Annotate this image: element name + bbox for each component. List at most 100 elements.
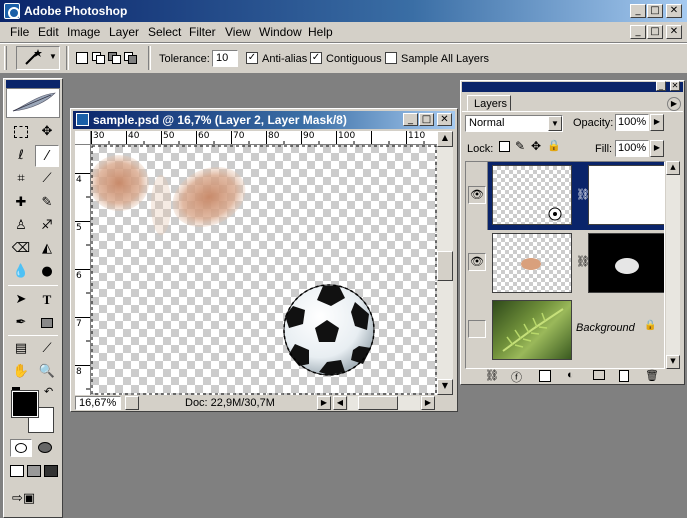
doc-close-button[interactable]: ✕	[666, 25, 682, 39]
layers-scroll-down-button[interactable]: ▼	[666, 355, 680, 369]
palette-minimize-button[interactable]: _	[656, 81, 666, 91]
jump-to-imageready-icon[interactable]: ⇨▣	[12, 491, 52, 509]
notes-tool-icon[interactable]: ▤	[9, 338, 33, 360]
horizontal-scroll-track[interactable]	[348, 396, 420, 410]
eye-icon[interactable]: 👁	[468, 186, 486, 204]
tool-preset-picker[interactable]: ▼	[16, 46, 60, 70]
paint-bucket-icon[interactable]: ◭	[35, 238, 59, 260]
hand-tool-icon[interactable]: ✋	[9, 361, 33, 383]
menu-window[interactable]: Window	[259, 25, 302, 39]
history-brush-icon[interactable]: ♐	[35, 215, 59, 237]
menu-layer[interactable]: Layer	[109, 25, 139, 39]
foreground-color-swatch[interactable]	[11, 390, 39, 418]
scroll-up-button[interactable]: ▲	[437, 131, 453, 147]
eyedropper-tool-icon[interactable]: ⟋	[35, 338, 59, 360]
lock-position-icon[interactable]: ✥	[531, 139, 541, 153]
healing-brush-icon[interactable]: ✚	[9, 192, 33, 214]
vertical-scroll-thumb[interactable]	[437, 251, 453, 281]
move-tool-icon[interactable]: ✥	[35, 121, 59, 143]
layer-thumbnail[interactable]	[492, 165, 572, 225]
blur-tool-icon[interactable]: 💧	[9, 261, 33, 283]
layers-scroll-up-button[interactable]: ▲	[666, 161, 680, 175]
document-icon[interactable]	[76, 113, 89, 126]
scroll-down-button[interactable]: ▼	[437, 379, 453, 395]
minimize-button[interactable]: _	[630, 4, 646, 18]
fill-input[interactable]: 100%	[615, 140, 649, 157]
rectangle-tool-icon[interactable]	[35, 312, 59, 334]
pen-tool-icon[interactable]: ✒	[9, 312, 33, 334]
add-mask-icon[interactable]	[539, 370, 551, 382]
new-group-icon[interactable]	[593, 370, 605, 380]
full-screen-menu-mode-icon[interactable]	[27, 465, 41, 477]
intersect-selection-icon[interactable]	[124, 52, 138, 64]
quick-mask-mode-icon[interactable]	[35, 439, 57, 457]
palette-close-button[interactable]: ✕	[670, 81, 680, 91]
maximize-button[interactable]: □	[647, 4, 663, 18]
menu-view[interactable]: View	[225, 25, 251, 39]
path-selection-icon[interactable]: ➤	[9, 289, 33, 311]
layer-row-background[interactable]: Background 🔒	[466, 298, 664, 364]
sample-all-layers-checkbox[interactable]	[385, 52, 397, 64]
menu-filter[interactable]: Filter	[189, 25, 216, 39]
dodge-tool-icon[interactable]: ●	[35, 261, 59, 283]
document-title-bar[interactable]: sample.psd @ 16,7% (Layer 2, Layer Mask/…	[73, 111, 455, 129]
zoom-tool-icon[interactable]: 🔍	[35, 361, 59, 383]
palette-menu-button[interactable]: ▶	[667, 97, 681, 111]
opacity-slider-button[interactable]: ▶	[650, 114, 664, 131]
layer-thumbnail[interactable]	[492, 233, 572, 293]
adjustment-layer-icon[interactable]: ◐	[567, 369, 574, 381]
resize-grip-icon[interactable]	[437, 396, 451, 410]
document-close-button[interactable]: ✕	[437, 113, 452, 126]
background-thumbnail[interactable]	[492, 300, 572, 360]
menu-select[interactable]: Select	[148, 25, 181, 39]
visibility-toggle[interactable]	[468, 320, 486, 338]
scroll-right-button[interactable]: ▶	[421, 396, 435, 410]
ruler-origin[interactable]	[75, 131, 91, 145]
lock-transparency-icon[interactable]	[499, 141, 510, 152]
layer-row[interactable]: 👁 ⛓	[466, 231, 664, 297]
layers-palette-title-bar[interactable]: _ ✕	[462, 81, 683, 92]
document-minimize-button[interactable]: _	[403, 113, 418, 126]
chevron-down-icon[interactable]: ▼	[548, 116, 562, 131]
layer-style-icon[interactable]: ⓕ	[511, 369, 522, 385]
lasso-tool-icon[interactable]: ℓ	[9, 145, 33, 167]
eraser-tool-icon[interactable]: ⌫	[9, 238, 33, 260]
type-tool-icon[interactable]: T	[35, 289, 59, 311]
image-canvas[interactable]	[91, 145, 437, 395]
tab-layers[interactable]: Layers	[467, 95, 511, 111]
menu-edit[interactable]: Edit	[38, 25, 59, 39]
fill-slider-button[interactable]: ▶	[650, 140, 664, 157]
doc-minimize-button[interactable]: _	[630, 25, 646, 39]
tolerance-input[interactable]: 10	[212, 50, 238, 67]
magic-wand-tool-icon[interactable]: ⁄	[35, 145, 59, 167]
status-menu-icon[interactable]	[125, 396, 139, 410]
zoom-field[interactable]: 16,67%	[75, 396, 121, 410]
adobe-online-feather-icon[interactable]	[6, 88, 60, 118]
lock-pixels-icon[interactable]: ✎	[515, 139, 525, 153]
layer-mask-thumbnail[interactable]	[588, 233, 664, 293]
marquee-tool-icon[interactable]	[9, 121, 33, 143]
document-maximize-button[interactable]: □	[419, 113, 434, 126]
layer-row-selected[interactable]: 👁 ⛓	[466, 162, 664, 230]
toolbox-title-bar[interactable]	[6, 80, 60, 88]
status-arrow-icon[interactable]: ▶	[317, 396, 331, 410]
full-screen-mode-icon[interactable]	[44, 465, 58, 477]
add-to-selection-icon[interactable]	[92, 52, 106, 64]
link-layers-icon[interactable]: ⛓	[485, 369, 499, 382]
crop-tool-icon[interactable]: ⌗	[9, 168, 33, 190]
opacity-input[interactable]: 100%	[615, 114, 649, 131]
doc-restore-button[interactable]: □	[647, 25, 663, 39]
new-layer-icon[interactable]	[619, 370, 629, 382]
subtract-from-selection-icon[interactable]	[108, 52, 122, 64]
photoshop-app-icon[interactable]	[4, 3, 20, 19]
menu-file[interactable]: File	[10, 25, 29, 39]
anti-alias-checkbox[interactable]: ✓	[246, 52, 258, 64]
swap-colors-icon[interactable]: ↶	[44, 385, 53, 398]
trash-icon[interactable]: 🗑	[645, 369, 659, 382]
vertical-scrollbar[interactable]: ▲ ▼	[437, 131, 453, 395]
eye-icon[interactable]: 👁	[468, 253, 486, 271]
brush-tool-icon[interactable]: ✎	[35, 192, 59, 214]
menu-help[interactable]: Help	[308, 25, 333, 39]
horizontal-scroll-thumb[interactable]	[358, 396, 398, 410]
layers-scrollbar[interactable]: ▲ ▼	[666, 161, 680, 369]
